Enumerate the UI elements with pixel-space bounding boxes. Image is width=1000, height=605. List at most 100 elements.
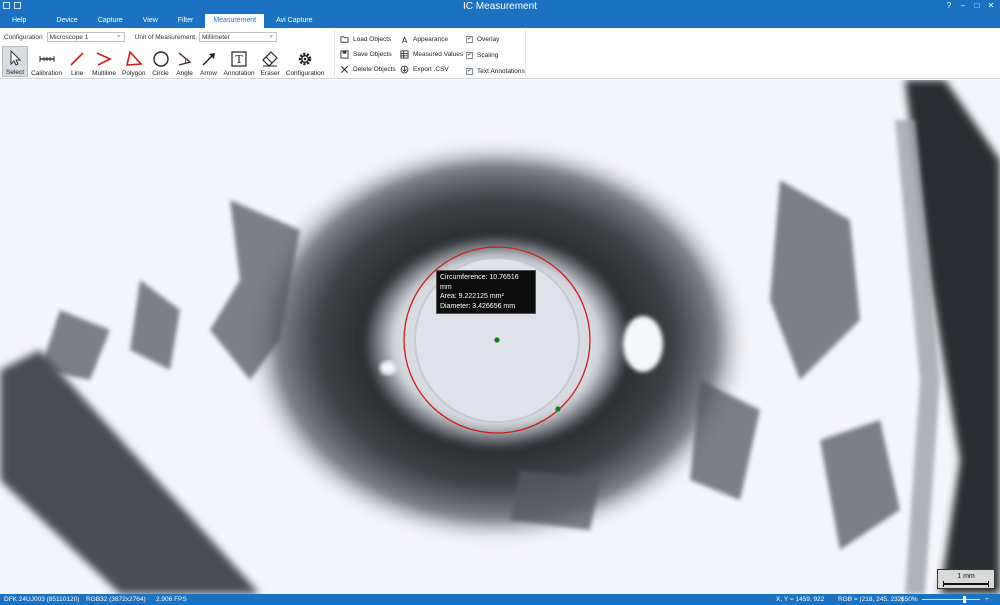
zoom-slider-handle[interactable]: [963, 596, 966, 603]
circle-icon: [152, 51, 169, 67]
appearance-button[interactable]: A Appearance: [400, 34, 463, 44]
angle-tool-button[interactable]: Angle: [173, 46, 197, 77]
configuration-label: Configuration: [4, 33, 43, 41]
scale-bar-line: [943, 581, 989, 587]
maximize-icon[interactable]: □: [970, 0, 984, 13]
arrow-icon: [202, 53, 215, 66]
tab-avi-capture[interactable]: Avi Capture: [268, 14, 320, 28]
tab-capture[interactable]: Capture: [90, 14, 131, 28]
image-viewport[interactable]: Circumference: 10.76516 mm Area: 9.22212…: [0, 80, 1000, 594]
tool-label: Annotation: [223, 70, 255, 77]
diameter-value: Diameter: 3.426656 mm: [440, 302, 516, 310]
eraser-icon: [262, 51, 279, 67]
object-actions: Load Objects Save Objects Delete Objects: [340, 34, 396, 74]
window-title: IC Measurement: [463, 1, 537, 12]
gear-icon: [298, 52, 312, 66]
text-icon: T: [231, 51, 247, 67]
cursor-icon: [10, 49, 22, 66]
zoom-slider-track[interactable]: [922, 599, 980, 600]
measured-values-button[interactable]: Measured Values: [400, 49, 463, 59]
configuration-tool-button[interactable]: Configuration: [283, 46, 328, 77]
text-annotations-checkbox[interactable]: ✓ Text Annotations: [466, 66, 525, 76]
circle-tool-button[interactable]: Circle: [149, 46, 173, 77]
appearance-label: Appearance: [413, 35, 449, 43]
center-handle[interactable]: [494, 337, 500, 343]
coords-status: X, Y = 1459, 922: [776, 596, 825, 603]
export-icon: [400, 65, 409, 73]
zoom-in-icon[interactable]: +: [985, 594, 989, 605]
check-icon: ✓: [466, 67, 473, 75]
save-icon: [340, 49, 349, 59]
table-icon: [400, 49, 409, 59]
highlight: [380, 361, 396, 375]
line-tool-button[interactable]: Line: [65, 46, 89, 77]
polygon-tool-button[interactable]: Polygon: [119, 46, 149, 77]
scaling-checkbox[interactable]: ✓ Scaling: [466, 50, 525, 60]
tab-filter[interactable]: Filter: [170, 14, 202, 28]
select-tool-button[interactable]: Select: [2, 46, 29, 77]
check-icon: ✓: [466, 35, 473, 43]
tool-label: Polygon: [122, 70, 146, 77]
check-icon: ✓: [466, 51, 473, 59]
annotation-tool-button[interactable]: T Annotation: [221, 46, 258, 77]
ribbon-separator: [334, 30, 335, 76]
ribbon-separator: [525, 30, 526, 76]
display-options: ✓ Overlay ✓ Scaling ✓ Text Annotations: [466, 34, 525, 76]
minimize-icon[interactable]: –: [956, 0, 970, 13]
svg-text:T: T: [235, 53, 243, 66]
radius-handle[interactable]: [555, 406, 561, 412]
tool-label: Select: [6, 69, 25, 76]
format-status: RGB32 (3872x2764): [86, 596, 146, 603]
export-csv-button[interactable]: Export .CSV: [400, 64, 463, 74]
tab-measurement[interactable]: Measurement: [205, 14, 265, 28]
overlay-label: Overlay: [477, 35, 500, 43]
save-objects-label: Save Objects: [353, 50, 392, 58]
scale-bar: 1 mm: [937, 569, 995, 589]
overlay-checkbox[interactable]: ✓ Overlay: [466, 34, 525, 44]
tab-view[interactable]: View: [135, 14, 166, 28]
multiline-tool-button[interactable]: Multiline: [89, 46, 119, 77]
measured-values-label: Measured Values: [413, 50, 464, 58]
eraser-tool-button[interactable]: Eraser: [258, 46, 283, 77]
line-icon: [70, 52, 84, 66]
zoom-status: 650%: [901, 596, 918, 603]
calibration-tool-button[interactable]: Calibration: [28, 46, 65, 77]
highlight: [623, 316, 663, 372]
measurement-tooltip: Circumference: 10.76516 mm Area: 9.22212…: [436, 270, 536, 314]
tool-label: Arrow: [200, 70, 217, 77]
tool-label: Angle: [176, 70, 193, 77]
polygon-icon: [125, 50, 143, 66]
circumference-value: Circumference: 10.76516 mm: [440, 274, 519, 291]
tool-label: Circle: [152, 70, 169, 77]
font-icon: A: [402, 35, 408, 44]
scale-bar-label: 1 mm: [957, 573, 975, 580]
tool-label: Eraser: [260, 70, 280, 77]
load-objects-button[interactable]: Load Objects: [340, 34, 396, 44]
close-icon[interactable]: ✕: [984, 0, 998, 13]
device-status: DFK 24UJ003 (85110120): [4, 596, 80, 603]
configuration-select[interactable]: Microscope 1: [46, 31, 125, 42]
delete-objects-label: Delete Objects: [353, 65, 396, 73]
ribbon-tabs: Help Device Capture View Filter Measurem…: [0, 14, 1000, 28]
tab-help[interactable]: Help: [4, 14, 34, 28]
save-objects-button[interactable]: Save Objects: [340, 49, 396, 59]
configuration-row: Configuration Microscope 1 Unit of Measu…: [4, 31, 278, 42]
measurement-tools: Select Calibration Line Multiline Polygo…: [2, 46, 327, 77]
tool-label: Line: [71, 70, 84, 77]
help-icon[interactable]: ?: [942, 0, 956, 13]
text-annotations-label: Text Annotations: [477, 67, 525, 75]
angle-icon: [178, 52, 191, 66]
tool-label: Multiline: [92, 70, 116, 77]
microscope-image: [0, 80, 1000, 594]
multiline-icon: [96, 52, 112, 66]
tab-device[interactable]: Device: [48, 14, 85, 28]
load-objects-label: Load Objects: [353, 35, 392, 43]
ribbon: Configuration Microscope 1 Unit of Measu…: [0, 28, 1000, 79]
unit-select[interactable]: Millimeter: [199, 31, 278, 42]
delete-objects-button[interactable]: Delete Objects: [340, 64, 396, 74]
unit-label: Unit of Measurement: [134, 33, 196, 41]
arrow-tool-button[interactable]: Arrow: [197, 46, 221, 77]
folder-open-icon: [340, 35, 349, 43]
tool-label: Calibration: [31, 70, 63, 77]
delete-icon: [340, 65, 349, 73]
